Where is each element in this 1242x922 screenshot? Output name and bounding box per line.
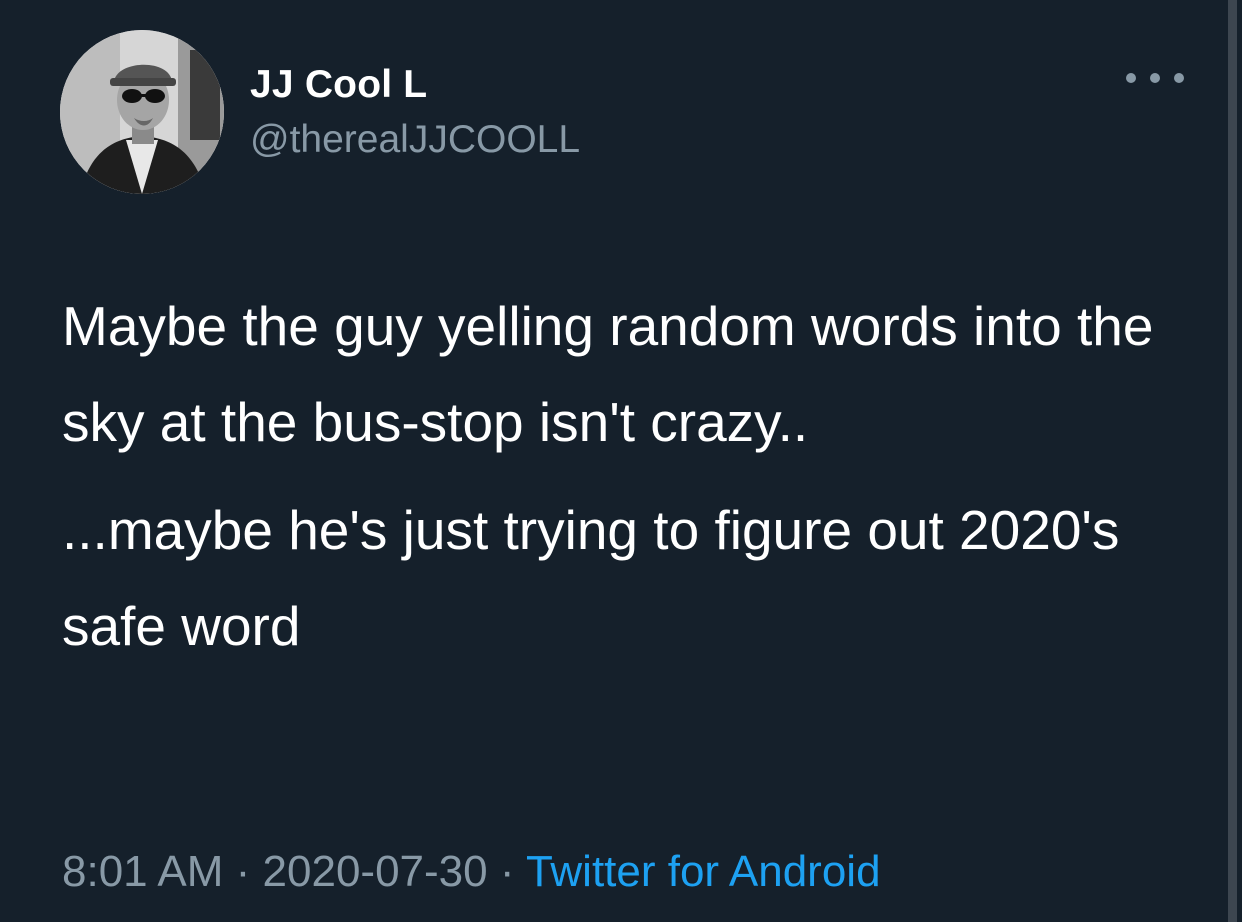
display-name[interactable]: JJ Cool L <box>250 63 427 107</box>
tweet-paragraph: Maybe the guy yelling random words into … <box>62 295 1154 453</box>
tweet-date[interactable]: 2020-07-30 <box>263 847 488 896</box>
scrollbar[interactable] <box>1224 0 1242 922</box>
avatar-image <box>60 30 224 194</box>
tweet-paragraph: ...maybe he's just trying to figure out … <box>62 499 1120 657</box>
scrollbar-thumb[interactable] <box>1228 0 1237 922</box>
tweet-time[interactable]: 8:01 AM <box>62 847 223 896</box>
separator: · <box>487 847 526 896</box>
avatar[interactable] <box>60 30 224 194</box>
separator: · <box>223 847 263 896</box>
tweet-source-link[interactable]: Twitter for Android <box>526 847 881 896</box>
more-options-icon[interactable] <box>1126 64 1184 92</box>
dot-icon <box>1150 73 1160 83</box>
tweet-card: JJ Cool L @therealJJCOOLL Maybe the guy … <box>0 0 1224 922</box>
dot-icon <box>1174 73 1184 83</box>
tweet-metadata: 8:01 AM · 2020-07-30 · Twitter for Andro… <box>62 846 881 898</box>
dot-icon <box>1126 73 1136 83</box>
user-handle[interactable]: @therealJJCOOLL <box>250 118 580 162</box>
tweet-text: Maybe the guy yelling random words into … <box>62 278 1202 674</box>
